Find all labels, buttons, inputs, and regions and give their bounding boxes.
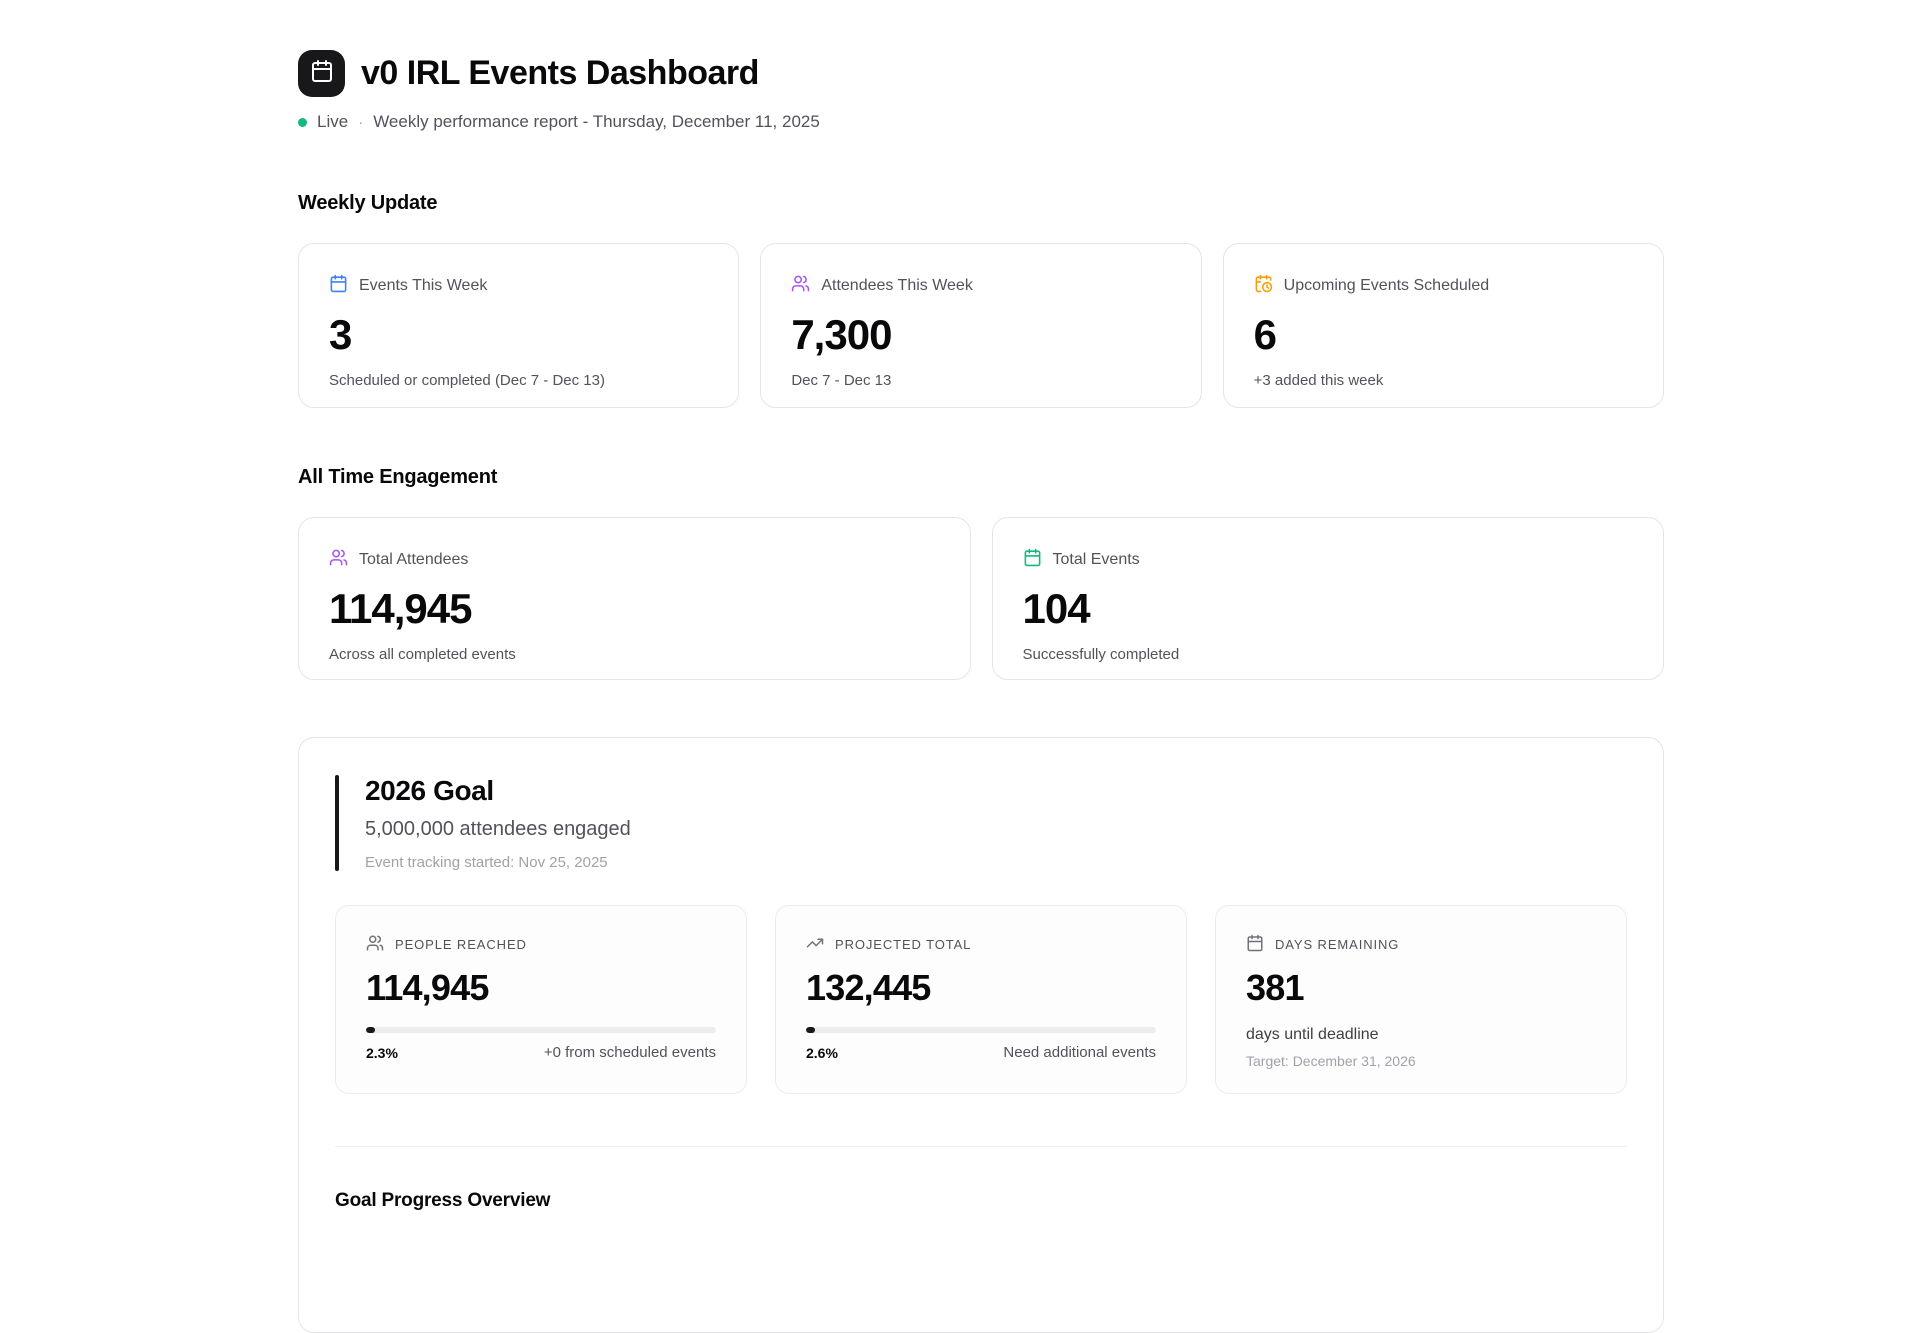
card-subtext: Across all completed events: [329, 646, 940, 663]
total-events-card: Total Events 104 Successfully completed: [992, 517, 1665, 680]
card-subtext: +3 added this week: [1254, 372, 1633, 389]
card-label: Total Events: [1053, 551, 1140, 569]
live-status-label: Live: [317, 112, 348, 132]
card-value: 7,300: [791, 311, 1170, 359]
card-label: Total Attendees: [359, 551, 468, 569]
report-subtitle: Weekly performance report - Thursday, De…: [373, 112, 820, 132]
trending-up-icon: [806, 934, 824, 955]
days-remaining-card: DAYS REMAINING 381 days until deadline T…: [1215, 905, 1627, 1094]
calendar-icon: [1023, 548, 1042, 572]
page-title: v0 IRL Events Dashboard: [361, 54, 759, 93]
progress-note: Need additional events: [1003, 1044, 1156, 1061]
card-value: 3: [329, 311, 708, 359]
card-value: 114,945: [329, 585, 940, 633]
people-reached-card: PEOPLE REACHED 114,945 2.3% +0 from sche…: [335, 905, 747, 1094]
status-bar: Live · Weekly performance report - Thurs…: [298, 112, 1664, 132]
calendar-icon: [1246, 934, 1264, 955]
goal-accent-bar: [335, 775, 339, 871]
goal-stats-row: PEOPLE REACHED 114,945 2.3% +0 from sche…: [335, 905, 1627, 1094]
goal-stat-value: 114,945: [366, 967, 716, 1009]
goal-stat-label: PROJECTED TOTAL: [835, 937, 971, 952]
days-target: Target: December 31, 2026: [1246, 1053, 1596, 1069]
upcoming-events-card: Upcoming Events Scheduled 6 +3 added thi…: [1223, 243, 1664, 408]
app-logo: [298, 50, 345, 97]
calendar-clock-icon: [1254, 274, 1273, 298]
progress-bar-fill: [806, 1027, 815, 1033]
users-icon: [366, 934, 384, 955]
card-label: Events This Week: [359, 277, 487, 295]
live-status-dot: [298, 118, 307, 127]
goal-stat-label: DAYS REMAINING: [1275, 937, 1399, 952]
progress-note: +0 from scheduled events: [544, 1044, 716, 1061]
attendees-this-week-card: Attendees This Week 7,300 Dec 7 - Dec 13: [760, 243, 1201, 408]
card-label: Upcoming Events Scheduled: [1284, 277, 1489, 295]
goal-tracking-note: Event tracking started: Nov 25, 2025: [365, 854, 631, 871]
status-separator: ·: [358, 114, 363, 131]
goal-progress-overview-heading: Goal Progress Overview: [335, 1190, 1627, 1212]
users-icon: [791, 274, 810, 298]
card-subtext: Dec 7 - Dec 13: [791, 372, 1170, 389]
goal-stat-value: 132,445: [806, 967, 1156, 1009]
goal-header: 2026 Goal 5,000,000 attendees engaged Ev…: [335, 775, 1627, 871]
users-icon: [329, 548, 348, 572]
progress-bar-fill: [366, 1027, 375, 1033]
goal-stat-value: 381: [1246, 967, 1596, 1009]
card-subtext: Scheduled or completed (Dec 7 - Dec 13): [329, 372, 708, 389]
total-attendees-card: Total Attendees 114,945 Across all compl…: [298, 517, 971, 680]
card-subtext: Successfully completed: [1023, 646, 1634, 663]
all-time-cards-row: Total Attendees 114,945 Across all compl…: [298, 517, 1664, 680]
goal-stat-label: PEOPLE REACHED: [395, 937, 527, 952]
weekly-cards-row: Events This Week 3 Scheduled or complete…: [298, 243, 1664, 408]
goal-divider: [335, 1146, 1627, 1147]
all-time-heading: All Time Engagement: [298, 466, 1664, 489]
calendar-icon: [310, 59, 334, 88]
card-value: 104: [1023, 585, 1634, 633]
progress-percent-label: 2.3%: [366, 1045, 398, 1061]
calendar-icon: [329, 274, 348, 298]
days-subtext: days until deadline: [1246, 1026, 1596, 1044]
goal-subtitle: 5,000,000 attendees engaged: [365, 818, 631, 841]
dashboard-page: v0 IRL Events Dashboard Live · Weekly pe…: [298, 0, 1664, 1333]
card-value: 6: [1254, 311, 1633, 359]
events-this-week-card: Events This Week 3 Scheduled or complete…: [298, 243, 739, 408]
goal-title: 2026 Goal: [365, 775, 631, 807]
page-header: v0 IRL Events Dashboard: [298, 50, 1664, 97]
progress-bar: [806, 1027, 1156, 1033]
goal-card: 2026 Goal 5,000,000 attendees engaged Ev…: [298, 737, 1664, 1333]
progress-percent-label: 2.6%: [806, 1045, 838, 1061]
weekly-update-heading: Weekly Update: [298, 192, 1664, 215]
progress-bar: [366, 1027, 716, 1033]
projected-total-card: PROJECTED TOTAL 132,445 2.6% Need additi…: [775, 905, 1187, 1094]
card-label: Attendees This Week: [821, 277, 973, 295]
